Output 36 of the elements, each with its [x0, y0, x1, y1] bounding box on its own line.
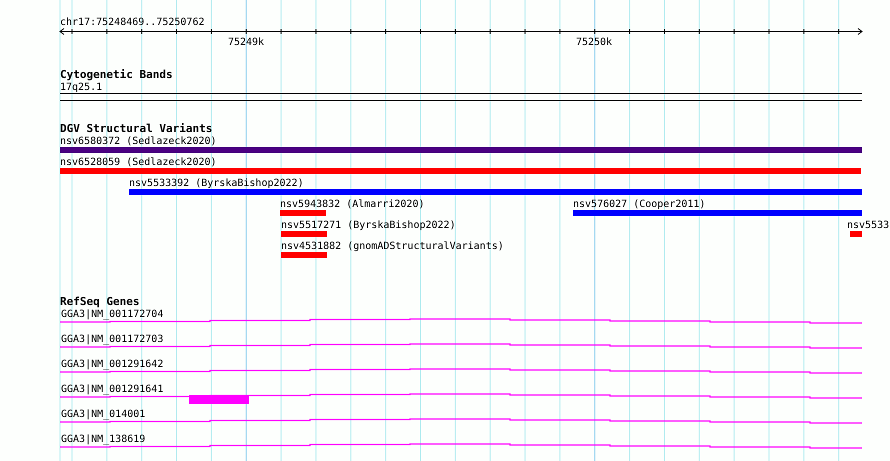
variant-label[interactable]: nsv5943832 (Almarri2020) — [280, 199, 424, 210]
exon-block[interactable] — [189, 395, 249, 404]
track-title: DGV Structural Variants — [60, 122, 212, 135]
variant-bar[interactable] — [280, 210, 326, 216]
gene-line[interactable] — [60, 368, 862, 374]
gene-line[interactable] — [60, 418, 862, 424]
gene-label[interactable]: GGA3|NM_001172704 — [61, 309, 164, 320]
band-label: 17q25.1 — [60, 82, 102, 93]
location-label: chr17:75248469..75250762 — [60, 17, 204, 28]
variant-bar[interactable] — [60, 147, 862, 153]
gene-line[interactable] — [60, 343, 862, 349]
gene-line[interactable] — [60, 318, 862, 324]
gene-line[interactable] — [60, 443, 862, 449]
variant-bar[interactable] — [129, 189, 862, 195]
variant-bar[interactable] — [281, 231, 327, 237]
gene-label[interactable]: GGA3|NM_014001 — [61, 409, 146, 420]
variant-bar[interactable] — [573, 210, 862, 216]
gene-line[interactable] — [60, 393, 862, 399]
variant-label[interactable]: nsv5533 — [847, 220, 890, 231]
variant-bar[interactable] — [850, 231, 862, 237]
gene-label[interactable]: GGA3|NM_001172703 — [61, 334, 164, 345]
track-title: RefSeq Genes — [60, 295, 140, 308]
gene-label[interactable]: GGA3|NM_001291642 — [61, 359, 164, 370]
variant-label[interactable]: nsv6580372 (Sedlazeck2020) — [60, 136, 217, 147]
tick-label: 75249k — [228, 37, 264, 48]
gene-label[interactable]: GGA3|NM_001291641 — [61, 384, 164, 395]
tick-label: 75250k — [576, 37, 612, 48]
variant-bar[interactable] — [60, 168, 861, 174]
gene-label[interactable]: GGA3|NM_138619 — [61, 434, 146, 445]
variant-label[interactable]: nsv4531882 (gnomADStructuralVariants) — [281, 241, 504, 252]
variant-bar[interactable] — [281, 252, 327, 258]
variant-label[interactable]: nsv5533392 (ByrskaBishop2022) — [129, 178, 304, 189]
track-title: Cytogenetic Bands — [60, 68, 173, 81]
variant-label[interactable]: nsv576027 (Cooper2011) — [573, 199, 706, 210]
variant-label[interactable]: nsv6528059 (Sedlazeck2020) — [60, 157, 217, 168]
variant-label[interactable]: nsv5517271 (ByrskaBishop2022) — [281, 220, 456, 231]
